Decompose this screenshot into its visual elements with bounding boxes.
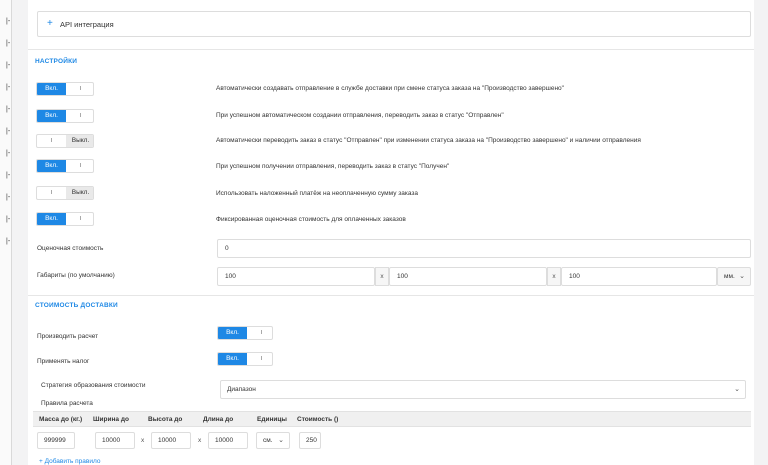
dimension-length-input[interactable]: 100 <box>561 267 717 286</box>
auto-create-shipment-toggle[interactable]: Вкл. <box>36 82 94 96</box>
toggle-grip-icon <box>51 138 52 143</box>
sidebar-marker: |- <box>6 40 11 47</box>
strategy-value: Диапазон <box>227 386 256 393</box>
chevron-down-icon: ⌄ <box>739 273 745 280</box>
tax-toggle[interactable]: Вкл. <box>217 352 273 366</box>
rule-height-input[interactable]: 10000 <box>151 432 191 449</box>
rule-separator: x <box>198 437 202 444</box>
toggle-grip-icon <box>261 330 262 335</box>
toggle-grip-icon <box>80 163 81 168</box>
api-integration-accordion[interactable]: + API интеграция <box>37 11 751 37</box>
dimension-separator: x <box>375 267 389 286</box>
col-mass: Масса до (кг.) <box>39 416 83 423</box>
estimated-cost-input[interactable]: 0 <box>217 239 751 258</box>
set-sent-after-create-toggle[interactable]: Вкл. <box>36 109 94 123</box>
fixed-estimated-cost-desc: Фиксированная оценочная стоимость для оп… <box>216 216 406 223</box>
cash-on-delivery-toggle[interactable]: Выкл. <box>36 186 94 200</box>
rule-cost-input[interactable]: 250 <box>299 432 321 449</box>
sidebar-marker: |- <box>6 18 11 25</box>
col-height: Высота до <box>148 416 183 423</box>
sidebar-marker: |- <box>6 194 11 201</box>
toggle-on-label: Вкл. <box>218 327 247 339</box>
strategy-label: Стратегия образования стоимости <box>41 382 146 389</box>
dimensions-label: Габариты (по умолчанию) <box>37 272 115 279</box>
sidebar-marker: |- <box>6 150 11 157</box>
fixed-estimated-cost-toggle[interactable]: Вкл. <box>36 212 94 226</box>
settings-section-title: НАСТРОЙКИ <box>35 58 78 65</box>
dimension-unit-select[interactable]: мм. ⌄ <box>717 267 751 286</box>
toggle-on-label: Вкл. <box>37 160 66 172</box>
set-sent-after-create-desc: При успешном автоматическом создании отп… <box>216 112 504 119</box>
plus-icon: + <box>47 18 53 29</box>
chevron-down-icon: ⌄ <box>734 386 740 393</box>
toggle-grip-icon <box>80 216 81 221</box>
rule-mass-input[interactable]: 999999 <box>37 432 75 449</box>
set-received-desc: При успешном получении отправления, пере… <box>216 163 450 170</box>
toggle-on-label: Вкл. <box>37 110 66 122</box>
chevron-down-icon: ⌄ <box>278 437 284 444</box>
col-width: Ширина до <box>93 416 129 423</box>
dimension-width-input[interactable]: 100 <box>217 267 375 286</box>
sidebar: |- |- |- |- |- |- |- |- |- |- |- <box>0 0 12 465</box>
col-length: Длина до <box>203 416 234 423</box>
rule-unit-value: см. <box>263 437 273 444</box>
estimated-cost-label: Оценочная стоимость <box>37 245 104 252</box>
rule-width-input[interactable]: 10000 <box>95 432 135 449</box>
add-rule-link[interactable]: + Добавить правило <box>39 458 100 465</box>
divider <box>28 295 754 296</box>
delivery-section-title: СТОИМОСТЬ ДОСТАВКИ <box>35 302 118 309</box>
rules-table-header: Масса до (кг.) Ширина до Высота до Длина… <box>33 411 751 427</box>
sidebar-marker: |- <box>6 216 11 223</box>
toggle-grip-icon <box>80 86 81 91</box>
dimension-unit-value: мм. <box>724 273 735 280</box>
rule-unit-select[interactable]: см. ⌄ <box>256 432 290 449</box>
auto-create-shipment-desc: Автоматически создавать отправление в сл… <box>216 85 564 92</box>
set-received-toggle[interactable]: Вкл. <box>36 159 94 173</box>
strategy-select[interactable]: Диапазон ⌄ <box>220 380 746 399</box>
rule-separator: x <box>141 437 145 444</box>
api-integration-label: API интеграция <box>60 20 114 29</box>
divider <box>28 49 754 50</box>
add-rule-label: Добавить правило <box>44 458 101 465</box>
dimension-separator: x <box>547 267 561 286</box>
rules-label: Правила расчета <box>41 400 93 407</box>
sidebar-marker: |- <box>6 172 11 179</box>
rule-length-input[interactable]: 10000 <box>208 432 248 449</box>
sidebar-marker: |- <box>6 128 11 135</box>
toggle-off-label: Выкл. <box>66 187 93 199</box>
auto-set-sent-desc: Автоматически переводить заказ в статус … <box>216 137 641 144</box>
sidebar-marker: |- <box>6 84 11 91</box>
toggle-grip-icon <box>80 113 81 118</box>
col-unit: Единицы <box>257 416 287 423</box>
toggle-on-label: Вкл. <box>37 83 66 95</box>
auto-set-sent-toggle[interactable]: Выкл. <box>36 134 94 148</box>
toggle-on-label: Вкл. <box>218 353 247 365</box>
cash-on-delivery-desc: Использовать наложенный платёж на неопла… <box>216 190 418 197</box>
dimension-height-input[interactable]: 100 <box>389 267 547 286</box>
toggle-grip-icon <box>261 356 262 361</box>
sidebar-marker: |- <box>6 238 11 245</box>
toggle-off-label: Выкл. <box>66 135 93 147</box>
sidebar-marker: |- <box>6 62 11 69</box>
toggle-grip-icon <box>51 190 52 195</box>
sidebar-marker: |- <box>6 106 11 113</box>
calculate-label: Производить расчет <box>37 333 99 340</box>
toggle-on-label: Вкл. <box>37 213 66 225</box>
calculate-toggle[interactable]: Вкл. <box>217 326 273 340</box>
col-cost: Стоимость () <box>297 416 339 423</box>
tax-label: Применять налог <box>37 358 90 365</box>
